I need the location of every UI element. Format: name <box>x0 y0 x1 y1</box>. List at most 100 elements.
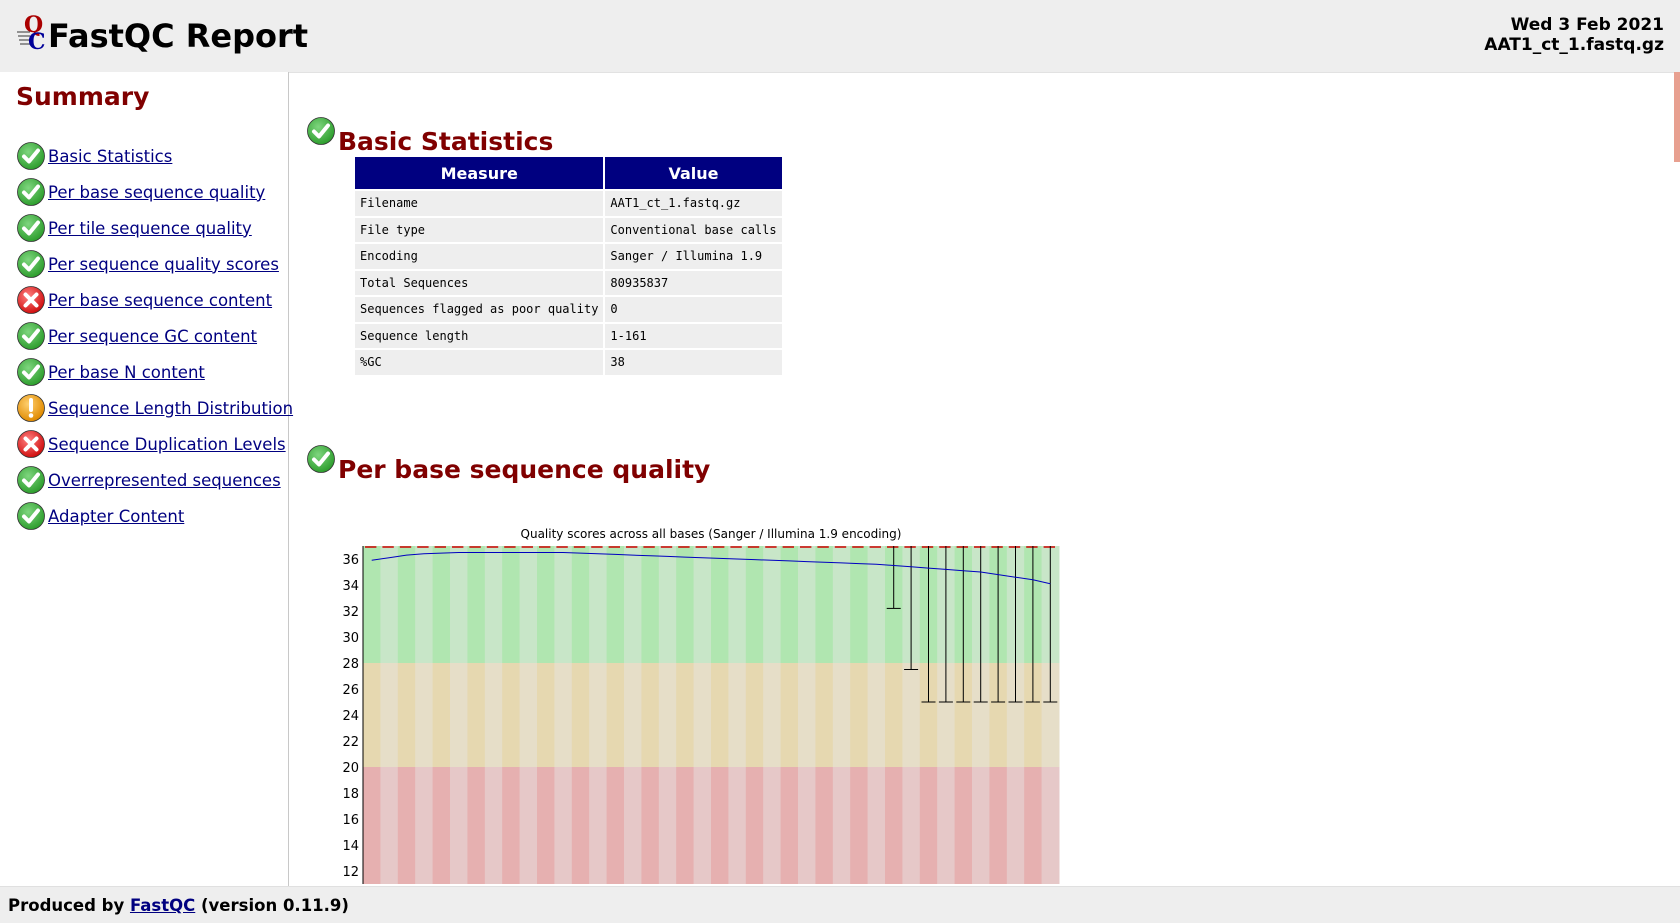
sidebar-item[interactable]: Adapter Content <box>16 498 293 534</box>
quality-zone-good <box>432 546 451 663</box>
scrollbar-track[interactable] <box>1674 72 1680 886</box>
pass-icon <box>307 445 335 473</box>
quality-zone-reasonable <box>467 663 486 767</box>
y-tick-label: 24 <box>342 709 359 724</box>
value-cell: 38 <box>605 350 782 375</box>
measure-cell: File type <box>355 217 604 242</box>
sidebar-link[interactable]: Per base N content <box>48 363 205 382</box>
pass-icon <box>17 214 45 242</box>
quality-zone-poor <box>1024 767 1043 884</box>
y-tick-label: 12 <box>342 865 359 880</box>
quality-zone-poor <box>902 767 921 884</box>
y-tick-label: 22 <box>342 735 359 750</box>
quality-zone-good <box>745 546 764 663</box>
quality-zone-poor <box>989 767 1008 884</box>
quality-zone-good <box>641 546 660 663</box>
quality-zone-reasonable <box>676 663 695 767</box>
quality-zone-good <box>676 546 695 663</box>
sidebar-link[interactable]: Overrepresented sequences <box>48 471 281 490</box>
quality-zone-poor <box>502 767 521 884</box>
quality-zone-poor <box>537 767 555 884</box>
fail-icon <box>17 430 45 458</box>
fastqc-link[interactable]: FastQC <box>130 896 195 915</box>
quality-zone-good <box>554 546 573 663</box>
sidebar-item[interactable]: Sequence Length Distribution <box>16 390 293 426</box>
quality-zone-reasonable <box>658 663 677 767</box>
table-row: Sequence length 1-161 <box>355 323 782 348</box>
table-row: Sequences flagged as poor quality 0 <box>355 297 782 322</box>
per-base-quality-heading: Per base sequence quality <box>306 444 710 484</box>
sidebar-link[interactable]: Per sequence GC content <box>48 327 257 346</box>
warning-icon <box>17 394 45 422</box>
basic-statistics-table: Measure Value Filename AAT1_ct_1.fastq.gz… <box>353 155 784 377</box>
report-meta: Wed 3 Feb 2021 AAT1_ct_1.fastq.gz <box>1484 15 1664 55</box>
sidebar-item[interactable]: Overrepresented sequences <box>16 462 293 498</box>
quality-zone-reasonable <box>571 663 590 767</box>
sidebar-item[interactable]: Per base N content <box>16 354 293 390</box>
quality-zone-good <box>484 546 503 663</box>
quality-zone-poor <box>798 767 816 884</box>
quality-zone-good <box>502 546 521 663</box>
quality-zone-poor <box>484 767 503 884</box>
quality-zone-reasonable <box>693 663 712 767</box>
quality-zone-reasonable <box>815 663 834 767</box>
pass-icon <box>17 358 45 386</box>
quality-zone-reasonable <box>380 663 399 767</box>
measure-cell: Sequences flagged as poor quality <box>355 297 604 322</box>
quality-zone-good <box>815 546 834 663</box>
quality-zone-good <box>658 546 677 663</box>
y-tick-label: 36 <box>342 553 359 568</box>
sidebar-link[interactable]: Adapter Content <box>48 507 184 526</box>
sidebar-link[interactable]: Per sequence quality scores <box>48 255 279 274</box>
sidebar-link[interactable]: Basic Statistics <box>48 147 172 166</box>
sidebar-link[interactable]: Sequence Length Distribution <box>48 399 293 418</box>
summary-sidebar: Summary Basic Statistics Per base sequenc… <box>0 72 293 886</box>
quality-zone-reasonable <box>832 663 851 767</box>
sidebar-link[interactable]: Per base sequence content <box>48 291 272 310</box>
chart-title: Quality scores across all bases (Sanger … <box>521 527 902 541</box>
report-header: Q C FastQC Report Wed 3 Feb 2021 AAT1_ct… <box>0 0 1680 73</box>
pass-icon <box>307 117 335 145</box>
sidebar-item[interactable]: Basic Statistics <box>16 138 293 174</box>
sidebar-item[interactable]: Per sequence GC content <box>16 318 293 354</box>
quality-zone-poor <box>432 767 451 884</box>
y-tick-label: 14 <box>342 839 359 854</box>
summary-title: Summary <box>16 82 150 111</box>
quality-zone-reasonable <box>780 663 799 767</box>
sidebar-item[interactable]: Per base sequence quality <box>16 174 293 210</box>
sidebar-link[interactable]: Per base sequence quality <box>48 183 265 202</box>
y-tick-label: 34 <box>342 579 359 594</box>
quality-zone-good <box>450 546 468 663</box>
svg-text:C: C <box>28 29 46 52</box>
quality-zone-poor <box>415 767 434 884</box>
footer-version: (version 0.11.9) <box>201 896 349 915</box>
pass-icon <box>17 178 45 206</box>
quality-zone-good <box>693 546 712 663</box>
sidebar-link[interactable]: Per tile sequence quality <box>48 219 252 238</box>
quality-zone-poor <box>450 767 468 884</box>
quality-zone-reasonable <box>450 663 468 767</box>
sidebar-link[interactable]: Sequence Duplication Levels <box>48 435 286 454</box>
quality-zone-poor <box>606 767 625 884</box>
sidebar-item[interactable]: Sequence Duplication Levels <box>16 426 293 462</box>
report-filename: AAT1_ct_1.fastq.gz <box>1484 35 1664 55</box>
value-cell: Conventional base calls <box>605 217 782 242</box>
sidebar-item[interactable]: Per sequence quality scores <box>16 246 293 282</box>
sidebar-item[interactable]: Per base sequence content <box>16 282 293 318</box>
quality-zone-poor <box>850 767 869 884</box>
quality-zone-poor <box>589 767 608 884</box>
quality-zone-poor <box>554 767 573 884</box>
quality-zone-poor <box>363 767 381 884</box>
report-main[interactable]: Basic Statistics Measure Value Filename A… <box>289 72 1674 886</box>
scrollbar-thumb[interactable] <box>1674 72 1680 162</box>
sidebar-item[interactable]: Per tile sequence quality <box>16 210 293 246</box>
quality-zone-poor <box>676 767 695 884</box>
quality-zone-reasonable <box>867 663 886 767</box>
quality-zone-poor <box>972 767 990 884</box>
quality-zone-poor <box>658 767 677 884</box>
y-tick-label: 26 <box>342 683 359 698</box>
quality-zone-good <box>798 546 816 663</box>
quality-zone-reasonable <box>745 663 764 767</box>
quality-zone-poor <box>867 767 886 884</box>
quality-zone-good <box>537 546 555 663</box>
